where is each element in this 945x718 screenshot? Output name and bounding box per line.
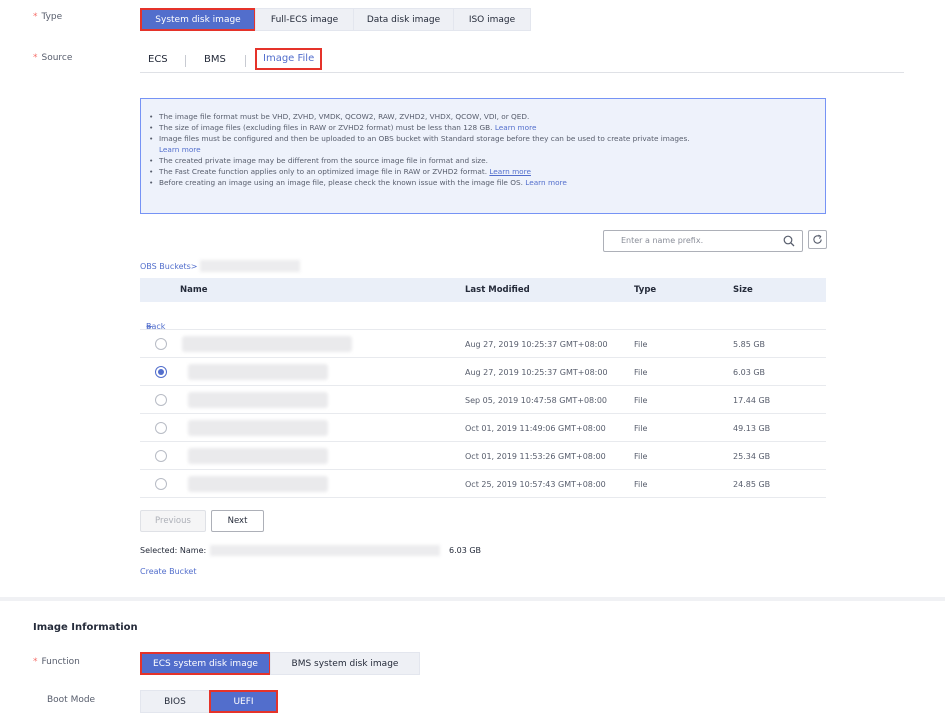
next-page-button[interactable]: Next xyxy=(211,510,264,532)
learn-more-link[interactable]: Learn more xyxy=(495,123,537,132)
tab-separator xyxy=(245,55,246,67)
section-divider xyxy=(0,597,945,601)
learn-more-link[interactable]: Learn more xyxy=(489,167,531,176)
search-placeholder: Enter a name prefix. xyxy=(621,236,704,245)
row-radio[interactable] xyxy=(155,478,167,490)
file-name-redacted xyxy=(182,336,352,352)
create-bucket-link[interactable]: Create Bucket xyxy=(140,567,197,576)
breadcrumb-obs-buckets[interactable]: OBS Buckets> xyxy=(140,262,198,271)
type-option-data-disk[interactable]: Data disk image xyxy=(353,8,454,31)
row-type: File xyxy=(634,368,648,377)
tab-separator xyxy=(185,55,186,67)
file-name-redacted xyxy=(188,364,328,380)
info-notice: • The image file format must be VHD, ZVHD… xyxy=(140,98,826,214)
row-radio[interactable] xyxy=(155,450,167,462)
function-option-ecs[interactable]: ECS system disk image xyxy=(140,652,271,675)
file-name-redacted xyxy=(188,392,328,408)
file-name-redacted xyxy=(188,476,328,492)
breadcrumb-bucket-redacted xyxy=(200,260,300,272)
type-selector: System disk image Full-ECS image Data di… xyxy=(140,8,531,31)
row-modified: Oct 25, 2019 10:57:43 GMT+08:00 xyxy=(465,480,606,489)
row-radio[interactable] xyxy=(155,366,167,378)
row-size: 17.44 GB xyxy=(733,396,771,405)
row-radio[interactable] xyxy=(155,394,167,406)
learn-more-link[interactable]: Learn more xyxy=(159,145,201,154)
tab-bms[interactable]: BMS xyxy=(204,54,226,65)
search-input[interactable]: Enter a name prefix. xyxy=(603,230,803,252)
boot-mode-option-bios[interactable]: BIOS xyxy=(140,690,210,713)
notice-item: • The image file format must be VHD, ZVHD… xyxy=(149,112,530,121)
row-type: File xyxy=(634,452,648,461)
row-type: File xyxy=(634,396,648,405)
boot-mode-selector: BIOS UEFI xyxy=(140,690,278,713)
function-option-bms[interactable]: BMS system disk image xyxy=(270,652,420,675)
row-size: 5.85 GB xyxy=(733,340,766,349)
column-header-type: Type xyxy=(634,285,657,295)
tab-underline xyxy=(140,72,904,73)
file-name-redacted xyxy=(188,448,328,464)
selected-name-redacted xyxy=(210,545,440,556)
tab-image-file[interactable]: Image File xyxy=(255,48,323,70)
source-label: * Source xyxy=(33,53,73,63)
previous-page-button[interactable]: Previous xyxy=(140,510,206,532)
row-size: 6.03 GB xyxy=(733,368,766,377)
section-heading: Image Information xyxy=(33,622,138,633)
boot-mode-label: Boot Mode xyxy=(47,695,96,705)
selected-size: 6.03 GB xyxy=(449,546,482,555)
row-modified: Aug 27, 2019 10:25:37 GMT+08:00 xyxy=(465,368,608,377)
breadcrumb: OBS Buckets> xyxy=(140,262,198,271)
table-row[interactable]: Oct 01, 2019 11:53:26 GMT+08:00 File 25.… xyxy=(140,442,826,470)
row-type: File xyxy=(634,480,648,489)
table-row[interactable]: Aug 27, 2019 10:25:37 GMT+08:00 File 6.0… xyxy=(140,358,826,386)
row-modified: Aug 27, 2019 10:25:37 GMT+08:00 xyxy=(465,340,608,349)
refresh-button[interactable] xyxy=(808,230,827,249)
table-row[interactable]: Oct 25, 2019 10:57:43 GMT+08:00 File 24.… xyxy=(140,470,826,498)
learn-more-link[interactable]: Learn more xyxy=(525,178,567,187)
column-header-name: Name xyxy=(180,285,208,295)
type-option-full-ecs[interactable]: Full-ECS image xyxy=(255,8,354,31)
row-size: 49.13 GB xyxy=(733,424,771,433)
notice-item: • The created private image may be differ… xyxy=(149,156,488,165)
selected-label: Selected: Name: xyxy=(140,546,207,555)
file-name-redacted xyxy=(188,420,328,436)
boot-mode-option-uefi[interactable]: UEFI xyxy=(209,690,278,713)
row-modified: Oct 01, 2019 11:49:06 GMT+08:00 xyxy=(465,424,606,433)
row-type: File xyxy=(634,424,648,433)
notice-item: • The Fast Create function applies only t… xyxy=(149,167,531,176)
function-selector: ECS system disk image BMS system disk im… xyxy=(140,652,420,675)
table-header: Name Last Modified Type Size xyxy=(140,278,826,302)
column-header-size: Size xyxy=(733,285,753,295)
table-row[interactable]: Aug 27, 2019 10:25:37 GMT+08:00 File 5.8… xyxy=(140,330,826,358)
row-size: 24.85 GB xyxy=(733,480,771,489)
search-icon[interactable] xyxy=(783,235,795,247)
type-option-system-disk[interactable]: System disk image xyxy=(140,8,256,31)
row-modified: Sep 05, 2019 10:47:58 GMT+08:00 xyxy=(465,396,608,405)
table-row[interactable]: Oct 01, 2019 11:49:06 GMT+08:00 File 49.… xyxy=(140,414,826,442)
type-label: * Type xyxy=(33,12,63,22)
row-radio[interactable] xyxy=(155,422,167,434)
notice-item: • Image files must be configured and then… xyxy=(149,134,690,154)
row-modified: Oct 01, 2019 11:53:26 GMT+08:00 xyxy=(465,452,606,461)
row-radio[interactable] xyxy=(155,338,167,350)
row-size: 25.34 GB xyxy=(733,452,771,461)
notice-item: • The size of image files (excluding file… xyxy=(149,123,537,132)
type-option-iso[interactable]: ISO image xyxy=(453,8,531,31)
notice-item: • Before creating an image using an image… xyxy=(149,178,567,187)
row-type: File xyxy=(634,340,648,349)
file-table: Name Last Modified Type Size ↞ Back Aug 2… xyxy=(140,278,826,498)
tab-ecs[interactable]: ECS xyxy=(148,54,168,65)
refresh-icon xyxy=(813,234,822,244)
function-label: * Function xyxy=(33,657,80,667)
table-row[interactable]: Sep 05, 2019 10:47:58 GMT+08:00 File 17.… xyxy=(140,386,826,414)
back-row: ↞ Back xyxy=(140,302,826,331)
column-header-last-modified: Last Modified xyxy=(465,285,530,295)
